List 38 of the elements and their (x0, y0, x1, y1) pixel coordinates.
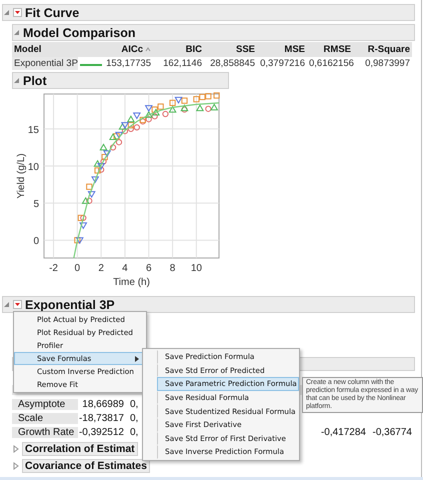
table-cell: 0, (130, 412, 138, 424)
table-cell: 0, (130, 398, 138, 410)
dropdown-icon[interactable] (13, 300, 22, 309)
sort-icon (145, 47, 151, 52)
table-cell: 0,9873997 (353, 57, 412, 70)
section-title: Model Comparison (23, 26, 136, 40)
disclosure-icon[interactable] (13, 77, 20, 84)
table-cell: -18,73817 (78, 412, 124, 424)
table-cell: -0,417284 (320, 426, 366, 438)
table-cell-text: 18,66989 (81, 398, 124, 410)
table-cell: 0,6162156 (307, 57, 353, 70)
section-title: Fit Curve (25, 6, 80, 20)
data-point (214, 92, 220, 99)
dropdown-icon[interactable] (13, 8, 22, 17)
table-cell: Growth Rate (12, 426, 78, 438)
table-cell: Scale (12, 412, 78, 424)
disclosure-icon[interactable] (3, 9, 10, 16)
table-cell: 0,3797216 (257, 57, 307, 70)
section-title: Correlation of Estimat (22, 442, 138, 456)
section-title: Plot (23, 74, 47, 88)
table-cell: 153,17735 (103, 57, 153, 70)
x-axis: -2 0 2 4 6 8 10 (49, 263, 202, 274)
table-cell: -0,392512 (78, 426, 124, 438)
table-cell: Exponential 3P (12, 57, 78, 70)
table-cell: 162,1146 (153, 57, 204, 70)
section-title: Covariance of Estimates (22, 459, 150, 473)
table-cell: 0, (130, 426, 138, 438)
disclosure-icon[interactable] (12, 462, 19, 470)
table-cell: Asymptote (12, 398, 78, 410)
table-cell: 28,858845 (204, 57, 257, 70)
axis-label: Time (h) (113, 277, 150, 288)
disclosure-icon[interactable] (12, 445, 19, 453)
y-axis: 0 5 10 15 (28, 124, 39, 248)
disclosure-icon[interactable] (3, 301, 10, 308)
table-cell: -0,36774 (372, 426, 412, 438)
disclosure-icon[interactable] (13, 29, 20, 36)
section-title: Exponential 3P (25, 298, 115, 312)
axis-label: Yield (g/L) (16, 153, 27, 199)
